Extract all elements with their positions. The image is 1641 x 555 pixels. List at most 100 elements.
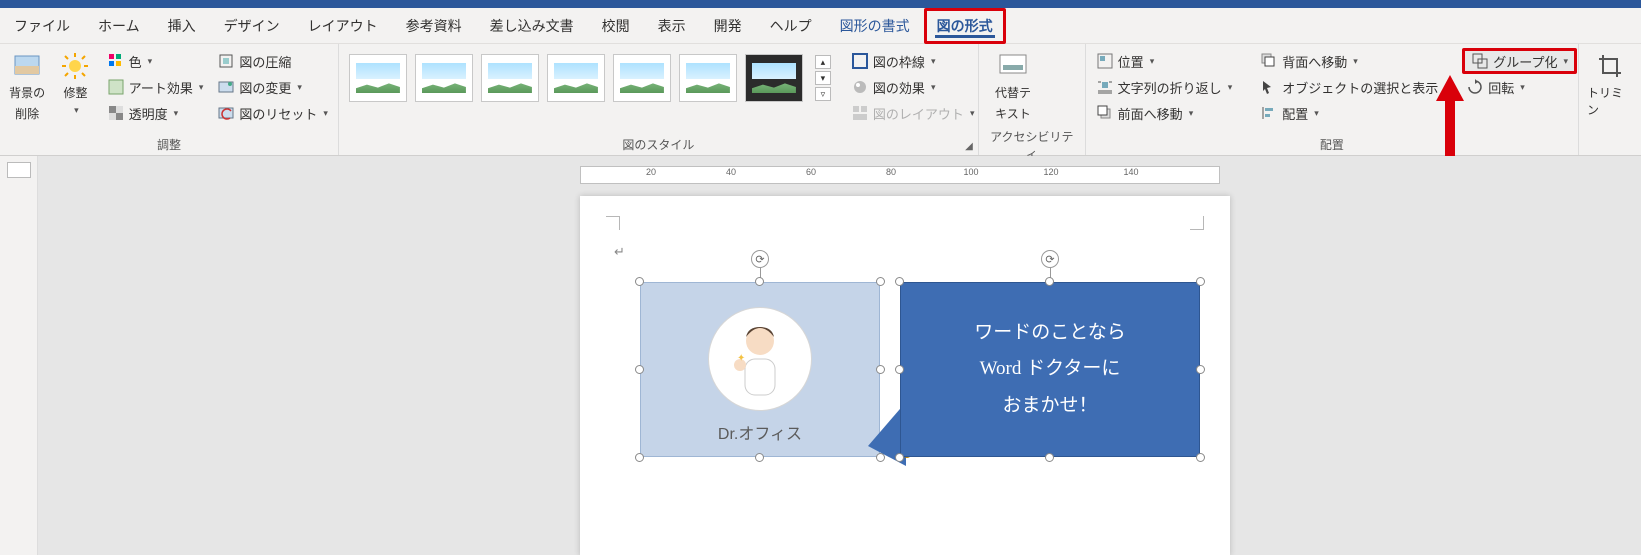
reset-picture-button[interactable]: 図のリセット▾ <box>213 100 332 126</box>
resize-handle[interactable] <box>1045 277 1054 286</box>
align-button[interactable]: 配置▾ <box>1256 100 1442 126</box>
gallery-down-button[interactable]: ▾ <box>815 71 831 85</box>
style-thumb[interactable] <box>481 54 539 102</box>
document-page[interactable]: ↵ ✦ Dr.オフィス ⟳ <box>580 196 1230 555</box>
tab-layout[interactable]: レイアウト <box>294 8 392 44</box>
group-styles-label: 図のスタイル <box>345 134 972 155</box>
rotation-handle[interactable]: ⟳ <box>751 250 769 268</box>
resize-handle[interactable] <box>635 365 644 374</box>
resize-handle[interactable] <box>755 453 764 462</box>
picture-layout-button: 図のレイアウト▾ <box>847 100 979 126</box>
bring-forward-button[interactable]: 前面へ移動▾ <box>1092 100 1237 126</box>
group-adjust: 背景の 削除 修整 ▾ 色▾ アート効果▾ <box>0 44 339 155</box>
tab-home[interactable]: ホーム <box>84 8 154 44</box>
border-icon <box>851 52 869 70</box>
change-picture-button[interactable]: 図の変更▾ <box>213 74 332 100</box>
group-arrange-label: 配置 <box>1092 134 1572 155</box>
resize-handle[interactable] <box>635 453 644 462</box>
gallery-more-button[interactable]: ▿ <box>815 87 831 101</box>
transparency-button[interactable]: 透明度▾ <box>103 100 208 126</box>
compress-pictures-button[interactable]: 図の圧縮 <box>213 48 332 74</box>
ruler-mark: 120 <box>1043 167 1058 177</box>
tab-developer[interactable]: 開発 <box>700 8 756 44</box>
selection-pane-icon <box>1260 78 1278 96</box>
color-button[interactable]: 色▾ <box>103 48 208 74</box>
style-thumb[interactable] <box>349 54 407 102</box>
send-backward-button[interactable]: 背面へ移動▾ <box>1256 48 1442 74</box>
tab-design[interactable]: デザイン <box>210 8 294 44</box>
wrap-text-button[interactable]: 文字列の折り返し▾ <box>1092 74 1237 100</box>
styles-dialog-launcher[interactable]: ◢ <box>962 139 976 153</box>
resize-handle[interactable] <box>895 277 904 286</box>
crop-button[interactable]: トリミン <box>1585 48 1635 122</box>
artistic-effects-button[interactable]: アート効果▾ <box>103 74 208 100</box>
resize-handle[interactable] <box>1196 277 1205 286</box>
chevron-down-icon: ▾ <box>1563 56 1568 67</box>
color-label: 色 <box>129 52 142 71</box>
style-thumb[interactable] <box>613 54 671 102</box>
tab-view[interactable]: 表示 <box>644 8 700 44</box>
group-icon <box>1471 52 1489 70</box>
tab-references[interactable]: 参考資料 <box>392 8 476 44</box>
ribbon-tabs: ファイル ホーム 挿入 デザイン レイアウト 参考資料 差し込み文書 校閲 表示… <box>0 8 1641 44</box>
tab-file[interactable]: ファイル <box>0 8 84 44</box>
group-picture-styles: ▴ ▾ ▿ 図の枠線▾ 図の効果▾ 図のレイアウト▾ <box>339 44 979 155</box>
style-thumb[interactable] <box>745 54 803 102</box>
tab-insert[interactable]: 挿入 <box>154 8 210 44</box>
picture-styles-gallery[interactable]: ▴ ▾ ▿ <box>345 48 835 108</box>
textbox-line: Word ドクターに <box>980 351 1121 387</box>
selected-textbox[interactable]: ワードのことなら Word ドクターに おまかせ！ ⟳ <box>900 282 1200 457</box>
resize-handle[interactable] <box>755 277 764 286</box>
crop-label: トリミン <box>1587 84 1633 118</box>
corrections-button[interactable]: 修整 ▾ <box>54 48 96 120</box>
picture-caption: Dr.オフィス <box>641 420 879 444</box>
chevron-down-icon: ▾ <box>1353 56 1358 67</box>
nav-thumbnail[interactable] <box>7 162 31 178</box>
group-objects-button[interactable]: グループ化▾ <box>1462 48 1577 74</box>
rotate-button[interactable]: 回転▾ <box>1462 74 1577 100</box>
selected-picture[interactable]: ✦ Dr.オフィス ⟳ <box>640 282 880 457</box>
tab-mailings[interactable]: 差し込み文書 <box>476 8 588 44</box>
picture-effects-button[interactable]: 図の効果▾ <box>847 74 979 100</box>
remove-bg-label2: 削除 <box>15 105 39 122</box>
resize-handle[interactable] <box>876 277 885 286</box>
resize-handle[interactable] <box>1045 453 1054 462</box>
picture-border-button[interactable]: 図の枠線▾ <box>847 48 979 74</box>
tab-review[interactable]: 校閲 <box>588 8 644 44</box>
chevron-down-icon: ▾ <box>74 105 79 116</box>
tab-help[interactable]: ヘルプ <box>756 8 826 44</box>
style-thumb[interactable] <box>679 54 737 102</box>
bring-forward-label: 前面へ移動 <box>1118 104 1183 123</box>
resize-handle[interactable] <box>876 365 885 374</box>
ribbon: 背景の 削除 修整 ▾ 色▾ アート効果▾ <box>0 44 1641 156</box>
chevron-down-icon: ▾ <box>199 82 204 93</box>
tab-picture-format[interactable]: 図の形式 <box>924 8 1006 44</box>
style-thumb[interactable] <box>415 54 473 102</box>
palette-icon <box>107 52 125 70</box>
transparency-icon <box>107 104 125 122</box>
transparency-label: 透明度 <box>129 104 168 123</box>
horizontal-ruler[interactable]: 20 40 60 80 100 120 140 <box>580 166 1220 184</box>
position-button[interactable]: 位置▾ <box>1092 48 1237 74</box>
margin-corner <box>1190 216 1204 230</box>
textbox-body[interactable]: ワードのことなら Word ドクターに おまかせ！ <box>900 282 1200 457</box>
resize-handle[interactable] <box>876 453 885 462</box>
resize-handle[interactable] <box>1196 365 1205 374</box>
resize-handle[interactable] <box>635 277 644 286</box>
resize-handle[interactable] <box>895 365 904 374</box>
group-size: トリミン <box>1579 44 1641 155</box>
navigation-pane[interactable] <box>0 156 38 555</box>
picture-body[interactable]: ✦ Dr.オフィス <box>640 282 880 457</box>
gallery-up-button[interactable]: ▴ <box>815 55 831 69</box>
alt-text-button[interactable]: 代替テ キスト <box>985 48 1041 126</box>
style-thumb[interactable] <box>547 54 605 102</box>
resize-handle[interactable] <box>895 453 904 462</box>
resize-handle[interactable] <box>1196 453 1205 462</box>
rotation-handle[interactable]: ⟳ <box>1041 250 1059 268</box>
gallery-scroll: ▴ ▾ ▿ <box>815 55 831 101</box>
textbox-line: ワードのことなら <box>974 315 1125 351</box>
remove-background-button[interactable]: 背景の 削除 <box>6 48 48 126</box>
selection-pane-button[interactable]: オブジェクトの選択と表示 <box>1256 74 1442 100</box>
tab-shape-format[interactable]: 図形の書式 <box>826 8 924 44</box>
ruler-mark: 40 <box>726 167 736 177</box>
